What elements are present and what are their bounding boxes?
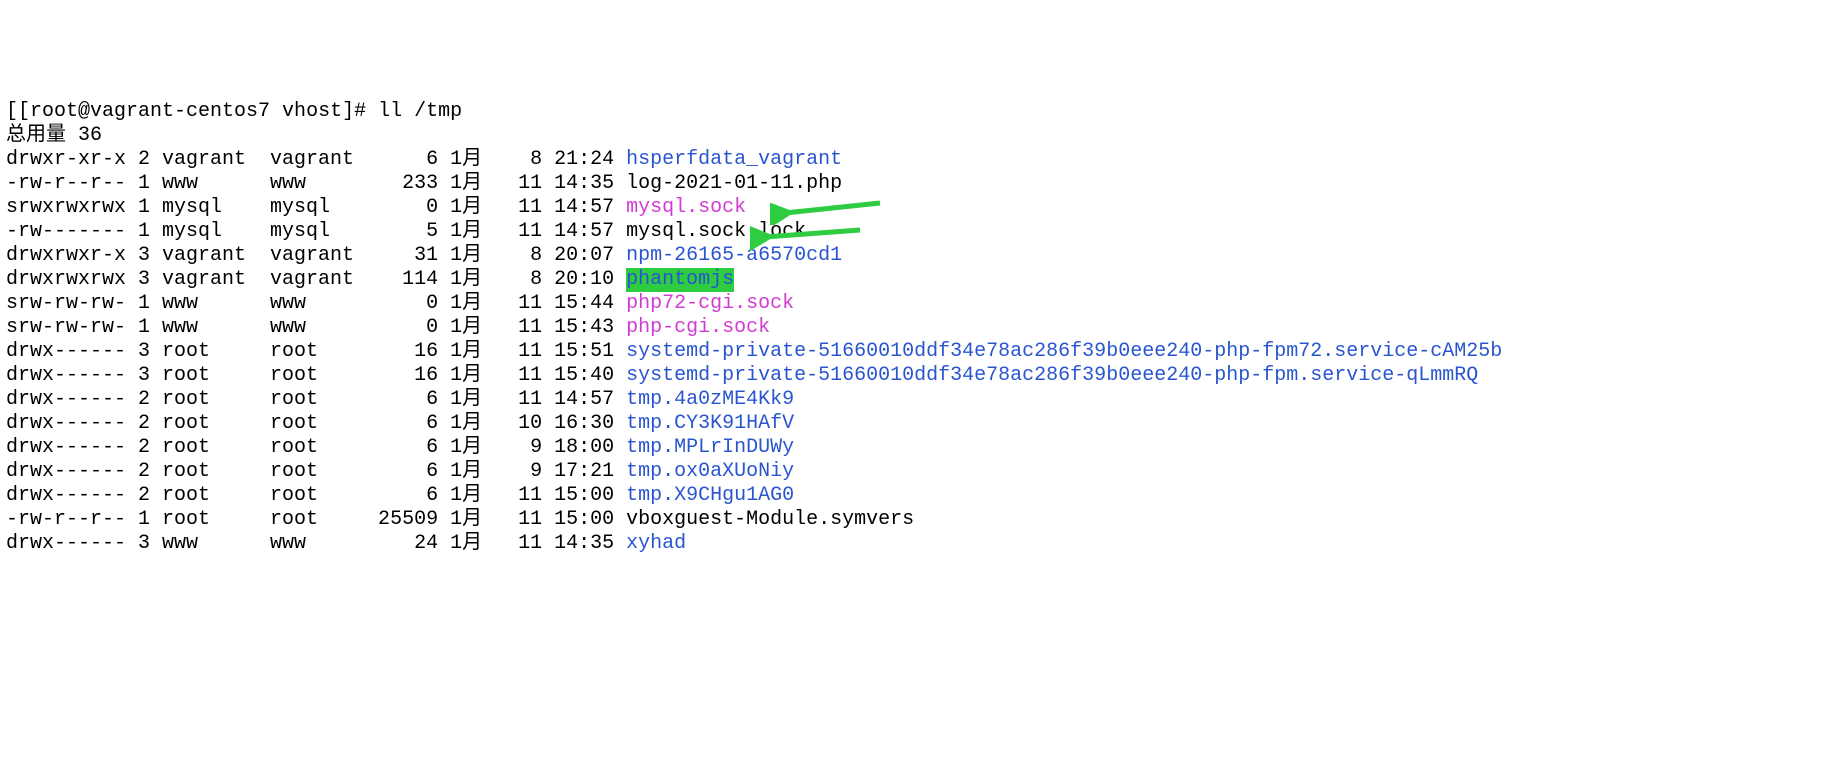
file-meta: drwxr-xr-x 2 vagrant vagrant 6 1月 8 21:2… <box>6 148 626 172</box>
file-meta: drwx------ 2 root root 6 1月 9 17:21 <box>6 460 626 484</box>
listing-row: -rw-r--r-- 1 root root 25509 1月 11 15:00… <box>6 508 1824 532</box>
file-meta: srw-rw-rw- 1 www www 0 1月 11 15:43 <box>6 316 626 340</box>
file-name: systemd-private-51660010ddf34e78ac286f39… <box>626 340 1502 364</box>
file-name: mysql.sock.lock <box>626 220 806 244</box>
file-meta: drwx------ 2 root root 6 1月 11 14:57 <box>6 388 626 412</box>
file-name: tmp.MPLrInDUWy <box>626 436 794 460</box>
file-name: systemd-private-51660010ddf34e78ac286f39… <box>626 364 1478 388</box>
file-meta: -rw------- 1 mysql mysql 5 1月 11 14:57 <box>6 220 626 244</box>
file-meta: srwxrwxrwx 1 mysql mysql 0 1月 11 14:57 <box>6 196 626 220</box>
file-name: log-2021-01-11.php <box>626 172 842 196</box>
file-name: tmp.ox0aXUoNiy <box>626 460 794 484</box>
file-meta: drwx------ 3 root root 16 1月 11 15:40 <box>6 364 626 388</box>
file-meta: srw-rw-rw- 1 www www 0 1月 11 15:44 <box>6 292 626 316</box>
listing-row: drwx------ 3 root root 16 1月 11 15:40 sy… <box>6 364 1824 388</box>
command-text: ll /tmp <box>378 100 462 124</box>
file-name: mysql.sock <box>626 196 746 220</box>
listing-row: drwx------ 2 root root 6 1月 11 14:57 tmp… <box>6 388 1824 412</box>
listing-row: drwx------ 2 root root 6 1月 9 17:21 tmp.… <box>6 460 1824 484</box>
file-name: php-cgi.sock <box>626 316 770 340</box>
file-name: npm-26165-a6570cd1 <box>626 244 842 268</box>
file-meta: drwx------ 3 root root 16 1月 11 15:51 <box>6 340 626 364</box>
total-line: 总用量 36 <box>6 124 1824 148</box>
file-meta: drwx------ 3 www www 24 1月 11 14:35 <box>6 532 626 556</box>
listing-row: drwxrwxr-x 3 vagrant vagrant 31 1月 8 20:… <box>6 244 1824 268</box>
file-name: phantomjs <box>626 268 734 292</box>
listing-row: drwx------ 2 root root 6 1月 10 16:30 tmp… <box>6 412 1824 436</box>
listing-row: drwxr-xr-x 2 vagrant vagrant 6 1月 8 21:2… <box>6 148 1824 172</box>
prompt-line[interactable]: [[root@vagrant-centos7 vhost]# ll /tmp <box>6 100 1824 124</box>
listing-row: drwx------ 2 root root 6 1月 11 15:00 tmp… <box>6 484 1824 508</box>
prompt-bracket: [ <box>6 100 18 124</box>
file-meta: drwx------ 2 root root 6 1月 9 18:00 <box>6 436 626 460</box>
file-meta: -rw-r--r-- 1 root root 25509 1月 11 15:00 <box>6 508 626 532</box>
file-name: xyhad <box>626 532 686 556</box>
file-meta: -rw-r--r-- 1 www www 233 1月 11 14:35 <box>6 172 626 196</box>
file-name: php72-cgi.sock <box>626 292 794 316</box>
listing-row: drwxrwxrwx 3 vagrant vagrant 114 1月 8 20… <box>6 268 1824 292</box>
file-meta: drwx------ 2 root root 6 1月 10 16:30 <box>6 412 626 436</box>
listing-row: -rw-r--r-- 1 www www 233 1月 11 14:35 log… <box>6 172 1824 196</box>
shell-prompt: [root@vagrant-centos7 vhost]# <box>18 100 378 124</box>
file-meta: drwx------ 2 root root 6 1月 11 15:00 <box>6 484 626 508</box>
file-name: tmp.CY3K91HAfV <box>626 412 794 436</box>
listing-row: drwx------ 3 root root 16 1月 11 15:51 sy… <box>6 340 1824 364</box>
file-meta: drwxrwxrwx 3 vagrant vagrant 114 1月 8 20… <box>6 268 626 292</box>
file-name: tmp.4a0zME4Kk9 <box>626 388 794 412</box>
listing-row: srw-rw-rw- 1 www www 0 1月 11 15:44 php72… <box>6 292 1824 316</box>
terminal-output: [[root@vagrant-centos7 vhost]# ll /tmp总用… <box>6 100 1824 556</box>
file-name: tmp.X9CHgu1AG0 <box>626 484 794 508</box>
file-meta: drwxrwxr-x 3 vagrant vagrant 31 1月 8 20:… <box>6 244 626 268</box>
listing-row: drwx------ 3 www www 24 1月 11 14:35 xyha… <box>6 532 1824 556</box>
listing-row: -rw------- 1 mysql mysql 5 1月 11 14:57 m… <box>6 220 1824 244</box>
file-name: hsperfdata_vagrant <box>626 148 842 172</box>
listing-row: srw-rw-rw- 1 www www 0 1月 11 15:43 php-c… <box>6 316 1824 340</box>
listing-row: drwx------ 2 root root 6 1月 9 18:00 tmp.… <box>6 436 1824 460</box>
file-name: vboxguest-Module.symvers <box>626 508 914 532</box>
listing-row: srwxrwxrwx 1 mysql mysql 0 1月 11 14:57 m… <box>6 196 1824 220</box>
